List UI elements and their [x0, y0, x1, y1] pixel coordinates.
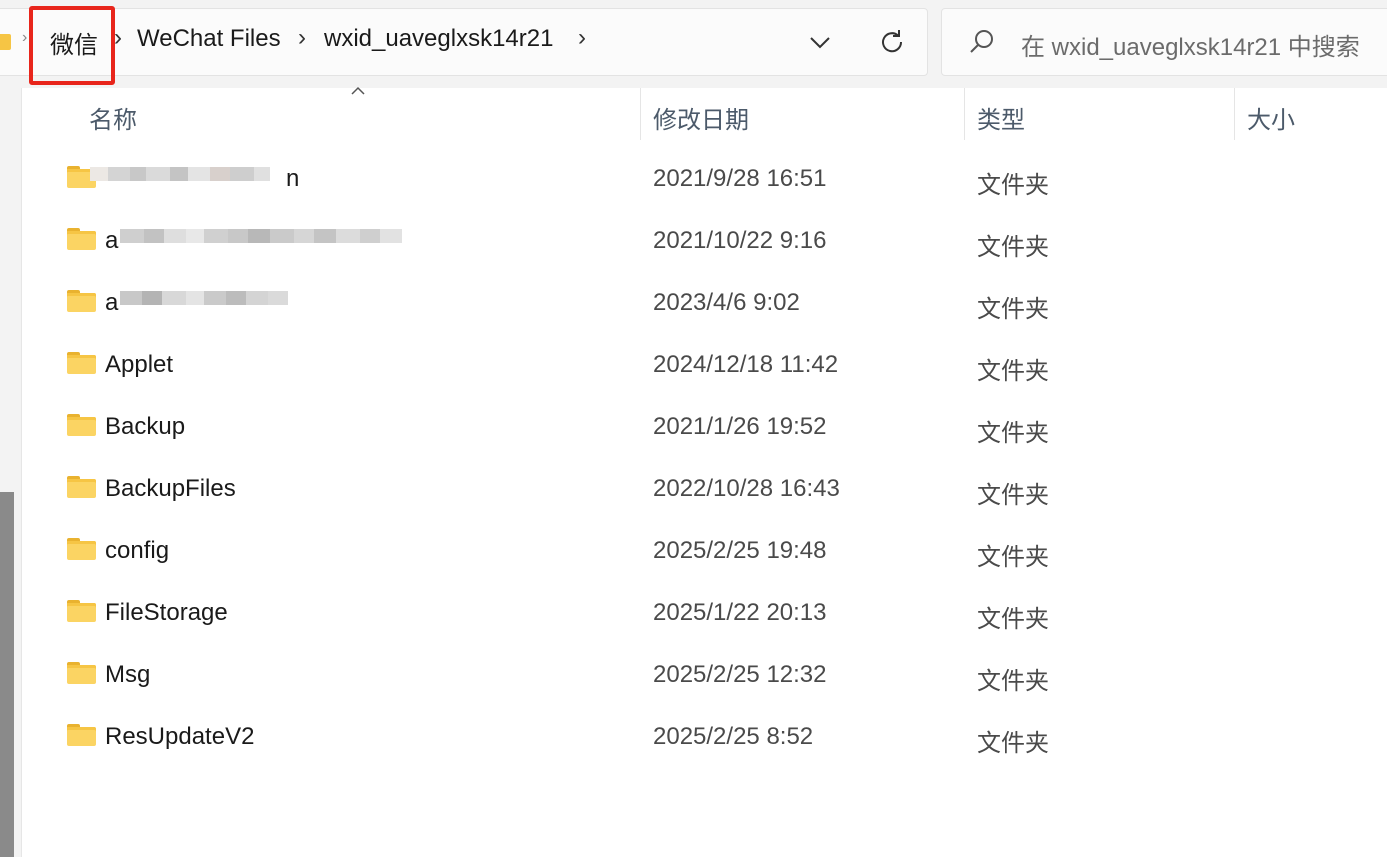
column-divider[interactable] [1234, 88, 1235, 140]
file-row[interactable]: ResUpdateV2 2025/2/25 8:52 文件夹 [30, 707, 1387, 769]
column-header-type[interactable]: 类型 [977, 100, 1025, 135]
scrollbar-thumb[interactable] [0, 492, 14, 857]
file-name: BackupFiles [105, 475, 236, 502]
folder-icon [67, 662, 96, 684]
search-icon [970, 30, 993, 53]
breadcrumb-separator[interactable]: › [578, 24, 586, 52]
folder-icon [67, 228, 96, 250]
file-type: 文件夹 [977, 668, 1049, 695]
file-row[interactable]: FileStorage 2025/1/22 20:13 文件夹 [30, 583, 1387, 645]
file-type: 文件夹 [977, 420, 1049, 447]
sort-ascending-icon [351, 86, 365, 95]
file-type: 文件夹 [977, 172, 1049, 199]
file-name: a [105, 289, 119, 316]
file-type: 文件夹 [977, 358, 1049, 385]
file-name: FileStorage [105, 599, 228, 626]
folder-icon [67, 414, 96, 436]
file-modified: 2025/2/25 8:52 [653, 723, 814, 750]
redacted-name [90, 167, 300, 195]
redacted-name [120, 229, 420, 257]
file-modified: 2021/10/22 9:16 [653, 227, 827, 254]
file-name: Backup [105, 413, 186, 440]
breadcrumb-item-wechat-files[interactable]: WeChat Files [137, 25, 281, 53]
breadcrumb-separator: › [22, 29, 28, 46]
file-modified: 2025/2/25 19:48 [653, 537, 827, 564]
file-row[interactable]: BackupFiles 2022/10/28 16:43 文件夹 [30, 459, 1387, 521]
file-row[interactable]: config 2025/2/25 19:48 文件夹 [30, 521, 1387, 583]
folder-icon [67, 476, 96, 498]
file-row[interactable]: n 2021/9/28 16:51 文件夹 [30, 149, 1387, 211]
breadcrumb-separator[interactable]: › [114, 24, 122, 52]
file-name: Msg [105, 661, 151, 688]
highlight-annotation [29, 6, 115, 85]
column-divider[interactable] [640, 88, 641, 140]
file-modified: 2022/10/28 16:43 [653, 475, 840, 502]
file-row[interactable]: Applet 2024/12/18 11:42 文件夹 [30, 335, 1387, 397]
file-name: Applet [105, 351, 174, 378]
file-row[interactable]: Msg 2025/2/25 12:32 文件夹 [30, 645, 1387, 707]
file-type: 文件夹 [977, 730, 1049, 757]
column-header-size[interactable]: 大小 [1247, 100, 1295, 135]
file-modified: 2024/12/18 11:42 [653, 351, 839, 378]
file-type: 文件夹 [977, 296, 1049, 323]
file-type: 文件夹 [977, 606, 1049, 633]
column-divider[interactable] [964, 88, 965, 140]
file-row[interactable]: a 2021/10/22 9:16 文件夹 [30, 211, 1387, 273]
file-name-suffix: n [286, 165, 300, 192]
folder-icon [0, 34, 11, 50]
folder-icon [67, 724, 96, 746]
file-type: 文件夹 [977, 482, 1049, 509]
file-modified: 2021/1/26 19:52 [653, 413, 827, 440]
folder-icon [67, 352, 96, 374]
file-modified: 2025/1/22 20:13 [653, 599, 827, 626]
chevron-down-icon[interactable] [805, 27, 835, 57]
file-modified: 2023/4/6 9:02 [653, 289, 800, 316]
file-name: config [105, 537, 170, 564]
folder-icon [67, 538, 96, 560]
file-type: 文件夹 [977, 544, 1049, 571]
breadcrumb-item-wxid[interactable]: wxid_uaveglxsk14r21 [324, 25, 553, 53]
folder-icon [67, 290, 96, 312]
breadcrumb-separator[interactable]: › [298, 24, 306, 52]
file-name: ResUpdateV2 [105, 723, 255, 750]
file-modified: 2025/2/25 12:32 [653, 661, 827, 688]
file-modified: 2021/9/28 16:51 [653, 165, 827, 192]
search-input[interactable]: 在 wxid_uaveglxsk14r21 中搜索 [1021, 27, 1360, 62]
file-row[interactable]: Backup 2021/1/26 19:52 文件夹 [30, 397, 1387, 459]
file-name: a [105, 227, 119, 254]
refresh-icon[interactable] [876, 26, 908, 58]
redacted-name [120, 291, 300, 319]
column-header-name[interactable]: 名称 [89, 100, 137, 135]
file-type: 文件夹 [977, 234, 1049, 261]
column-header-modified[interactable]: 修改日期 [653, 100, 749, 135]
file-row[interactable]: a 2023/4/6 9:02 文件夹 [30, 273, 1387, 335]
folder-icon [67, 600, 96, 622]
